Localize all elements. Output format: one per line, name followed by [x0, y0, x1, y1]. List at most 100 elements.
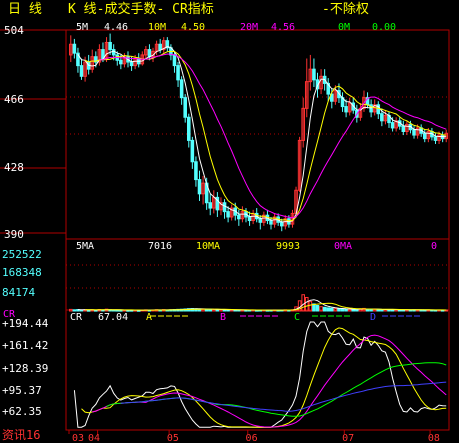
volume-bars — [69, 294, 449, 312]
cr-legend-name: CR — [70, 312, 83, 323]
candle-body — [72, 43, 77, 54]
volume-bar — [301, 294, 305, 312]
candle-body — [186, 116, 191, 141]
candle-body — [380, 113, 384, 122]
candle-body — [190, 139, 195, 163]
footer-brand: 资讯16 — [2, 428, 40, 442]
period-label: 日 线 — [8, 2, 42, 17]
volume-bar — [344, 308, 348, 312]
volume-axis-label: 84174 — [2, 286, 35, 299]
chart-title: K 线-成交手数- CR指标 — [68, 2, 214, 17]
candle-body — [269, 220, 273, 225]
cr-axis-label: +62.35 — [2, 405, 42, 418]
candle-body — [79, 65, 84, 77]
cr-axis-label: +161.42 — [2, 339, 48, 352]
volume-legend-name: 5MA — [76, 241, 94, 252]
moving-average-lines — [77, 46, 447, 311]
cr-legend-letter: C — [294, 312, 300, 323]
chart-frame — [65, 29, 450, 431]
candle-body — [222, 202, 227, 213]
volume-bar — [340, 308, 345, 312]
price-axis-label: 504 — [4, 24, 24, 37]
cr-legend-letter: D — [370, 312, 376, 323]
volume-ma5-line — [77, 299, 447, 311]
cr-legend-letter: A — [146, 312, 152, 323]
candle-body — [158, 43, 162, 51]
candle-body — [172, 54, 177, 67]
ma-legend-value: 4.46 — [104, 22, 128, 33]
candle-body — [344, 106, 348, 113]
cr-legend-letter: B — [220, 312, 226, 323]
candle-body — [226, 211, 230, 218]
volume-bar — [326, 307, 331, 312]
x-axis-label: 03 — [72, 433, 84, 443]
candlesticks — [69, 33, 449, 232]
volume-bar — [369, 308, 373, 312]
volume-axis-label: 168348 — [2, 266, 42, 279]
volume-bar — [376, 309, 381, 312]
ma-legend-name: 10M — [148, 22, 166, 33]
volume-legend-value: 0 — [431, 241, 437, 252]
adjust-mode: -不除权 — [322, 2, 369, 17]
candle-body — [183, 97, 187, 118]
candle-body — [422, 132, 427, 140]
price-axis-label: 428 — [4, 161, 24, 174]
volume-bar — [304, 296, 309, 312]
ma-legend-name: 5M — [76, 22, 88, 33]
ma-legend-value: 4.50 — [181, 22, 205, 33]
volume-bar — [208, 308, 213, 312]
candle-body — [312, 68, 316, 81]
candle-body — [279, 221, 284, 227]
candle-body — [179, 79, 184, 99]
volume-bar — [72, 309, 77, 312]
volume-ma10-line — [85, 302, 447, 311]
cr-axis-label: +128.39 — [2, 362, 48, 375]
candle-body — [119, 59, 123, 65]
x-axis-label: 04 — [88, 433, 100, 443]
candle-body — [258, 218, 263, 223]
axis-labels: 504 466 428 390 252522 168348 84174 CR +194.44 +1… — [2, 22, 440, 443]
stock-chart[interactable]: 504 466 428 390 252522 168348 84174 CR +194.44 +1… — [0, 0, 459, 443]
x-axis-label: 06 — [246, 433, 258, 443]
ma-legend-value: 4.56 — [271, 22, 295, 33]
volume-bar — [330, 307, 334, 312]
cr-axis-label: +194.44 — [2, 317, 49, 330]
candle-body — [237, 214, 241, 220]
chart-header: 日 线 K 线-成交手数- CR指标 -不除权 — [0, 2, 459, 18]
x-axis-label: 08 — [428, 433, 440, 443]
price-axis-label: 390 — [4, 228, 24, 241]
volume-bar — [322, 306, 327, 312]
volume-legend-name: 0MA — [334, 241, 352, 252]
volume-axis-label: 252522 — [2, 248, 42, 261]
candle-body — [194, 161, 198, 181]
ma-legend-value: 0.00 — [372, 22, 396, 33]
volume-legend-name: 10MA — [196, 241, 220, 252]
volume-bar — [337, 308, 341, 312]
candle-body — [129, 61, 134, 67]
candle-body — [433, 136, 438, 141]
volume-legend-value: 9993 — [276, 241, 300, 252]
x-axis-label: 07 — [342, 433, 354, 443]
candle-body — [390, 122, 395, 129]
candle-body — [111, 49, 116, 56]
cr-legend-value: 67.04 — [98, 312, 128, 323]
x-axis-label: 05 — [167, 433, 179, 443]
price-axis-label: 466 — [4, 93, 24, 106]
ma-legend-name: 0M — [338, 22, 350, 33]
cr-indicator-lines — [73, 321, 447, 428]
volume-bar — [315, 305, 320, 312]
volume-legend-value: 7016 — [148, 241, 172, 252]
chart-grid — [0, 29, 450, 434]
candle-body — [197, 179, 202, 195]
candle-body — [176, 65, 180, 81]
candle-body — [247, 216, 252, 222]
candle-body — [401, 125, 406, 133]
candle-body — [208, 202, 213, 209]
candle-body — [147, 49, 152, 58]
cr-axis-label: +95.37 — [2, 384, 42, 397]
ma10-line — [84, 50, 447, 222]
candle-body — [412, 129, 416, 136]
volume-bar — [86, 309, 91, 312]
ma20-line — [99, 53, 447, 219]
ma-legend-name: 20M — [240, 22, 258, 33]
